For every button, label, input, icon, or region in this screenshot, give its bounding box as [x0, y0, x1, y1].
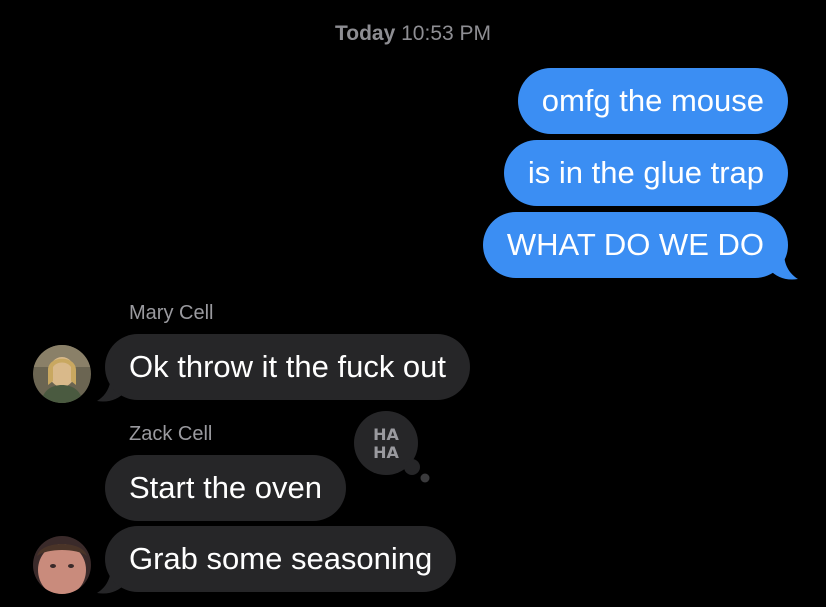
outgoing-message-bubble[interactable]: is in the glue trap: [503, 140, 788, 206]
sender-name: Mary Cell: [129, 302, 214, 324]
tapback-text-line2: HA: [373, 443, 399, 462]
contact-avatar-mary[interactable]: [33, 345, 91, 403]
tapback-text-line1: HA: [373, 425, 399, 444]
sender-name: Zack Cell: [129, 423, 213, 445]
timestamp-day: Today: [334, 22, 396, 45]
haha-reaction-icon[interactable]: HA HA: [348, 409, 434, 487]
contact-avatar-zack[interactable]: [33, 536, 91, 594]
avatar-photo-icon: [33, 536, 91, 594]
message-timestamp: Today 10:53 PM: [0, 22, 826, 46]
timestamp-time: 10:53 PM: [401, 22, 492, 45]
incoming-message-bubble[interactable]: Grab some seasoning: [105, 526, 457, 592]
conversation-view: Today 10:53 PM omfg the mouse is in the …: [0, 0, 826, 607]
incoming-message-bubble[interactable]: Ok throw it the fuck out: [105, 334, 471, 400]
incoming-message-bubble[interactable]: Start the oven: [105, 455, 347, 521]
outgoing-bubble-tail: [770, 252, 798, 280]
outgoing-message-bubble[interactable]: omfg the mouse: [517, 68, 788, 134]
avatar-photo-icon: [33, 345, 91, 403]
outgoing-message-bubble[interactable]: WHAT DO WE DO: [482, 212, 788, 278]
